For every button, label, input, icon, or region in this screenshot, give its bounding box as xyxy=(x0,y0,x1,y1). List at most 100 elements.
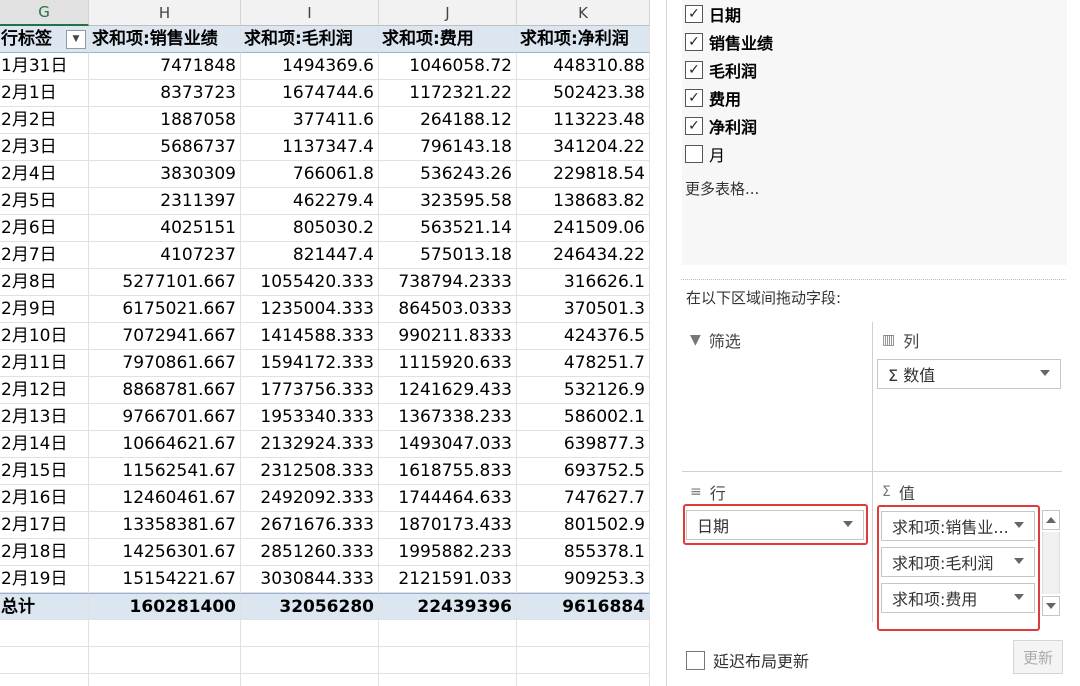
checkbox-checked-icon[interactable]: ✓ xyxy=(685,117,703,135)
value-cell[interactable]: 1137347.4 xyxy=(241,134,379,161)
value-cell[interactable]: 7970861.667 xyxy=(89,350,241,377)
value-cell[interactable]: 22439396 xyxy=(379,593,517,620)
filter-dropdown-icon[interactable]: ▼ xyxy=(66,30,86,49)
value-cell[interactable]: 377411.6 xyxy=(241,107,379,134)
field-sales[interactable]: ✓ 销售业绩 xyxy=(685,30,773,54)
spreadsheet[interactable]: G H I J K 行标签 ▼ 求和项:销售业绩 求和项:毛利润 求和项:费用 … xyxy=(0,0,650,686)
checkbox-unchecked-icon[interactable] xyxy=(685,145,703,163)
update-button[interactable]: 更新 xyxy=(1013,640,1063,674)
value-cell[interactable]: 864503.0333 xyxy=(379,296,517,323)
column-header-i[interactable]: I xyxy=(241,0,379,26)
chevron-down-icon[interactable] xyxy=(1040,370,1050,376)
row-label-cell[interactable]: 2月7日 xyxy=(0,242,89,269)
value-cell[interactable]: 370501.3 xyxy=(517,296,650,323)
value-cell[interactable]: 448310.88 xyxy=(517,53,650,80)
value-cell[interactable]: 805030.2 xyxy=(241,215,379,242)
column-header-j[interactable]: J xyxy=(379,0,517,26)
value-cell[interactable]: 1744464.633 xyxy=(379,485,517,512)
column-header-g[interactable]: G xyxy=(0,0,89,26)
row-label-cell[interactable]: 2月5日 xyxy=(0,188,89,215)
checkbox-checked-icon[interactable]: ✓ xyxy=(685,33,703,51)
checkbox-checked-icon[interactable]: ✓ xyxy=(685,89,703,107)
value-cell[interactable]: 246434.22 xyxy=(517,242,650,269)
value-cell[interactable]: 563521.14 xyxy=(379,215,517,242)
rows-chip-date[interactable]: 日期 xyxy=(686,510,864,540)
value-cell[interactable]: 738794.2333 xyxy=(379,269,517,296)
value-cell[interactable]: 2132924.333 xyxy=(241,431,379,458)
value-cell[interactable]: 138683.82 xyxy=(517,188,650,215)
value-cell[interactable]: 1494369.6 xyxy=(241,53,379,80)
row-label-cell[interactable]: 2月14日 xyxy=(0,431,89,458)
empty-row[interactable] xyxy=(0,674,650,686)
field-net-profit[interactable]: ✓ 净利润 xyxy=(685,114,757,138)
row-label-cell[interactable]: 2月4日 xyxy=(0,161,89,188)
row-label-cell[interactable]: 2月9日 xyxy=(0,296,89,323)
value-cell[interactable]: 264188.12 xyxy=(379,107,517,134)
row-label-cell[interactable]: 2月11日 xyxy=(0,350,89,377)
value-cell[interactable]: 32056280 xyxy=(241,593,379,620)
field-month[interactable]: 月 xyxy=(685,142,725,166)
value-cell[interactable]: 855378.1 xyxy=(517,539,650,566)
value-cell[interactable]: 586002.1 xyxy=(517,404,650,431)
row-label-cell[interactable]: 2月13日 xyxy=(0,404,89,431)
chevron-down-icon[interactable] xyxy=(1014,594,1024,600)
value-cell[interactable]: 241509.06 xyxy=(517,215,650,242)
values-scrollbar-track[interactable] xyxy=(1042,532,1060,594)
value-cell[interactable]: 5686737 xyxy=(89,134,241,161)
value-cell[interactable]: 478251.7 xyxy=(517,350,650,377)
value-cell[interactable]: 2121591.033 xyxy=(379,566,517,593)
value-cell[interactable]: 2492092.333 xyxy=(241,485,379,512)
checkbox-unchecked-icon[interactable] xyxy=(686,650,705,670)
value-cell[interactable]: 1887058 xyxy=(89,107,241,134)
value-cell[interactable]: 990211.8333 xyxy=(379,323,517,350)
field-gross-profit[interactable]: ✓ 毛利润 xyxy=(685,58,757,82)
value-cell[interactable]: 3830309 xyxy=(89,161,241,188)
field-expense[interactable]: ✓ 费用 xyxy=(685,86,741,110)
value-cell[interactable]: 323595.58 xyxy=(379,188,517,215)
checkbox-checked-icon[interactable]: ✓ xyxy=(685,5,703,23)
row-label-cell[interactable]: 2月10日 xyxy=(0,323,89,350)
value-cell[interactable]: 4107237 xyxy=(89,242,241,269)
value-cell[interactable]: 15154221.67 xyxy=(89,566,241,593)
value-cell[interactable]: 4025151 xyxy=(89,215,241,242)
value-cell[interactable]: 1953340.333 xyxy=(241,404,379,431)
value-cell[interactable]: 316626.1 xyxy=(517,269,650,296)
value-cell[interactable]: 1618755.833 xyxy=(379,458,517,485)
value-cell[interactable]: 424376.5 xyxy=(517,323,650,350)
value-cell[interactable]: 13358381.67 xyxy=(89,512,241,539)
value-cell[interactable]: 2671676.333 xyxy=(241,512,379,539)
value-cell[interactable]: 1594172.333 xyxy=(241,350,379,377)
columns-chip-values[interactable]: Σ 数值 xyxy=(877,359,1061,389)
checkbox-checked-icon[interactable]: ✓ xyxy=(685,61,703,79)
values-chip-gross-profit[interactable]: 求和项:毛利润 xyxy=(881,547,1035,577)
value-cell[interactable]: 6175021.667 xyxy=(89,296,241,323)
value-cell[interactable]: 1773756.333 xyxy=(241,377,379,404)
row-label-cell[interactable]: 2月2日 xyxy=(0,107,89,134)
row-label-cell[interactable]: 2月18日 xyxy=(0,539,89,566)
value-cell[interactable]: 909253.3 xyxy=(517,566,650,593)
value-cell[interactable]: 1055420.333 xyxy=(241,269,379,296)
value-cell[interactable]: 1995882.233 xyxy=(379,539,517,566)
scroll-down-icon[interactable] xyxy=(1042,596,1060,616)
value-cell[interactable]: 2312508.333 xyxy=(241,458,379,485)
value-cell[interactable]: 639877.3 xyxy=(517,431,650,458)
total-label-cell[interactable]: 总计 xyxy=(0,593,89,620)
value-cell[interactable]: 1367338.233 xyxy=(379,404,517,431)
column-header-k[interactable]: K xyxy=(517,0,650,26)
value-cell[interactable]: 1046058.72 xyxy=(379,53,517,80)
value-cell[interactable]: 1115920.633 xyxy=(379,350,517,377)
value-cell[interactable]: 10664621.67 xyxy=(89,431,241,458)
row-label-cell[interactable]: 2月15日 xyxy=(0,458,89,485)
value-cell[interactable]: 229818.54 xyxy=(517,161,650,188)
value-cell[interactable]: 7072941.667 xyxy=(89,323,241,350)
chevron-down-icon[interactable] xyxy=(843,521,853,527)
value-cell[interactable]: 113223.48 xyxy=(517,107,650,134)
value-cell[interactable]: 1235004.333 xyxy=(241,296,379,323)
row-label-cell[interactable]: 2月12日 xyxy=(0,377,89,404)
value-cell[interactable]: 2851260.333 xyxy=(241,539,379,566)
value-cell[interactable]: 536243.26 xyxy=(379,161,517,188)
value-cell[interactable]: 796143.18 xyxy=(379,134,517,161)
value-cell[interactable]: 160281400 xyxy=(89,593,241,620)
value-cell[interactable]: 1241629.433 xyxy=(379,377,517,404)
row-label-cell[interactable]: 2月16日 xyxy=(0,485,89,512)
